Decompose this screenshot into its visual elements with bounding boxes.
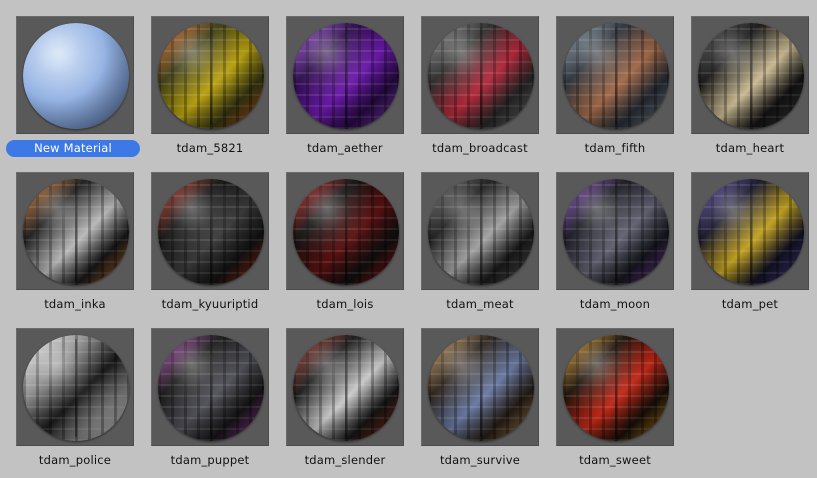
material-label[interactable]: tdam_inka: [4, 296, 146, 313]
material-preview[interactable]: [556, 172, 674, 290]
tdam-pet-material-sphere-icon: [698, 179, 804, 285]
tdam-survive-material-sphere-icon: [428, 335, 534, 441]
material-item[interactable]: tdam_fifth: [556, 16, 674, 166]
tdam-inka-material-sphere-icon: [23, 179, 129, 285]
material-item[interactable]: tdam_moon: [556, 172, 674, 322]
material-preview[interactable]: [421, 328, 539, 446]
material-preview[interactable]: [286, 172, 404, 290]
material-item[interactable]: tdam_meat: [421, 172, 539, 322]
tdam-aether-material-sphere-icon: [293, 23, 399, 129]
material-label[interactable]: tdam_fifth: [544, 140, 686, 157]
material-label[interactable]: tdam_kyuuriptid: [139, 296, 281, 313]
material-preview[interactable]: [691, 16, 809, 134]
material-preview[interactable]: [421, 16, 539, 134]
material-label[interactable]: tdam_sweet: [544, 452, 686, 469]
tdam-slender-material-sphere-icon: [293, 335, 399, 441]
material-label[interactable]: tdam_survive: [409, 452, 551, 469]
material-label[interactable]: tdam_lois: [274, 296, 416, 313]
material-preview[interactable]: [16, 172, 134, 290]
material-preview[interactable]: [556, 328, 674, 446]
tdam-broadcast-material-sphere-icon: [428, 23, 534, 129]
material-preview[interactable]: [421, 172, 539, 290]
material-label-selected[interactable]: New Material: [6, 140, 140, 157]
material-item[interactable]: tdam_lois: [286, 172, 404, 322]
material-item[interactable]: tdam_broadcast: [421, 16, 539, 166]
tdam-fifth-material-sphere-icon: [563, 23, 669, 129]
material-item[interactable]: New Material: [6, 16, 140, 166]
material-preview[interactable]: [286, 328, 404, 446]
material-label[interactable]: tdam_aether: [274, 140, 416, 157]
material-item[interactable]: tdam_5821: [151, 16, 269, 166]
default-material-sphere-icon: [23, 23, 129, 129]
material-label[interactable]: tdam_pet: [679, 296, 817, 313]
tdam-sweet-material-sphere-icon: [563, 335, 669, 441]
material-preview[interactable]: [556, 16, 674, 134]
material-item[interactable]: tdam_aether: [286, 16, 404, 166]
material-item[interactable]: tdam_survive: [421, 328, 539, 478]
material-grid: New Material tdam_5821 tdam_aether tdam_bro…: [0, 0, 817, 474]
material-item[interactable]: tdam_puppet: [151, 328, 269, 478]
material-preview[interactable]: [691, 172, 809, 290]
material-label[interactable]: tdam_heart: [679, 140, 817, 157]
tdam-moon-material-sphere-icon: [563, 179, 669, 285]
material-item[interactable]: tdam_inka: [16, 172, 134, 322]
material-preview[interactable]: [286, 16, 404, 134]
material-preview[interactable]: [151, 328, 269, 446]
tdam-lois-material-sphere-icon: [293, 179, 399, 285]
material-item[interactable]: tdam_slender: [286, 328, 404, 478]
material-preview[interactable]: [151, 16, 269, 134]
material-item[interactable]: tdam_heart: [691, 16, 809, 166]
material-label[interactable]: tdam_5821: [139, 140, 281, 157]
material-label[interactable]: tdam_puppet: [139, 452, 281, 469]
material-preview[interactable]: [16, 328, 134, 446]
material-preview[interactable]: [151, 172, 269, 290]
material-item[interactable]: tdam_police: [16, 328, 134, 478]
material-label[interactable]: tdam_slender: [274, 452, 416, 469]
material-preview[interactable]: [16, 16, 134, 134]
material-item[interactable]: tdam_sweet: [556, 328, 674, 478]
tdam-5821-material-sphere-icon: [158, 23, 264, 129]
tdam-kyuuriptid-material-sphere-icon: [158, 179, 264, 285]
tdam-puppet-material-sphere-icon: [158, 335, 264, 441]
tdam-meat-material-sphere-icon: [428, 179, 534, 285]
material-label[interactable]: tdam_meat: [409, 296, 551, 313]
material-label[interactable]: tdam_police: [4, 452, 146, 469]
tdam-police-material-sphere-icon: [23, 335, 129, 441]
material-item[interactable]: tdam_pet: [691, 172, 809, 322]
material-label[interactable]: tdam_broadcast: [409, 140, 551, 157]
material-item[interactable]: tdam_kyuuriptid: [151, 172, 269, 322]
material-label[interactable]: tdam_moon: [544, 296, 686, 313]
tdam-heart-material-sphere-icon: [698, 23, 804, 129]
